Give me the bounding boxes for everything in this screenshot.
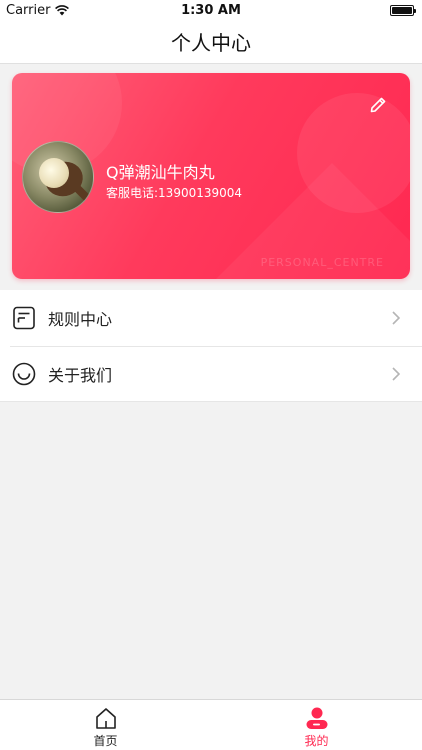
clock: 1:30 AM — [181, 3, 241, 18]
battery-icon — [390, 5, 416, 16]
menu-list: 规则中心 关于我们 — [0, 290, 422, 402]
menu-item-label: 规则中心 — [48, 310, 113, 329]
pencil-icon[interactable] — [368, 95, 388, 115]
tab-bar: 首页 我的 — [0, 699, 422, 750]
chevron-right-icon — [392, 367, 400, 381]
card-watermark: PERSONAL_CENTRE — [260, 256, 384, 269]
avatar-spoon-handle — [70, 181, 93, 207]
smile-icon — [12, 362, 36, 385]
profile-section: Q弹潮汕牛肉丸 客服电话:13900139004 PERSONAL_CENTRE — [0, 64, 422, 290]
tab-home[interactable]: 首页 — [0, 700, 211, 750]
status-bar: Carrier 1:30 AM — [0, 0, 422, 20]
tab-label: 我的 — [304, 734, 329, 748]
page-title: 个人中心 — [171, 31, 251, 55]
profile-name: Q弹潮汕牛肉丸 — [106, 163, 215, 182]
avatar-meatball — [39, 158, 69, 188]
nav-bar: 个人中心 — [0, 20, 422, 64]
tab-profile[interactable]: 我的 — [211, 700, 422, 750]
profile-icon — [306, 707, 327, 729]
home-icon — [95, 708, 116, 729]
tab-label: 首页 — [93, 734, 118, 748]
menu-item-label: 关于我们 — [48, 365, 113, 385]
avatar[interactable] — [22, 141, 94, 213]
menu-item-about[interactable]: 关于我们 — [0, 346, 422, 402]
chevron-right-icon — [392, 311, 400, 325]
menu-item-rules[interactable]: 规则中心 — [0, 290, 422, 346]
profile-card: Q弹潮汕牛肉丸 客服电话:13900139004 PERSONAL_CENTRE — [12, 73, 410, 279]
document-icon — [13, 306, 35, 330]
profile-phone[interactable]: 客服电话:13900139004 — [106, 184, 242, 201]
